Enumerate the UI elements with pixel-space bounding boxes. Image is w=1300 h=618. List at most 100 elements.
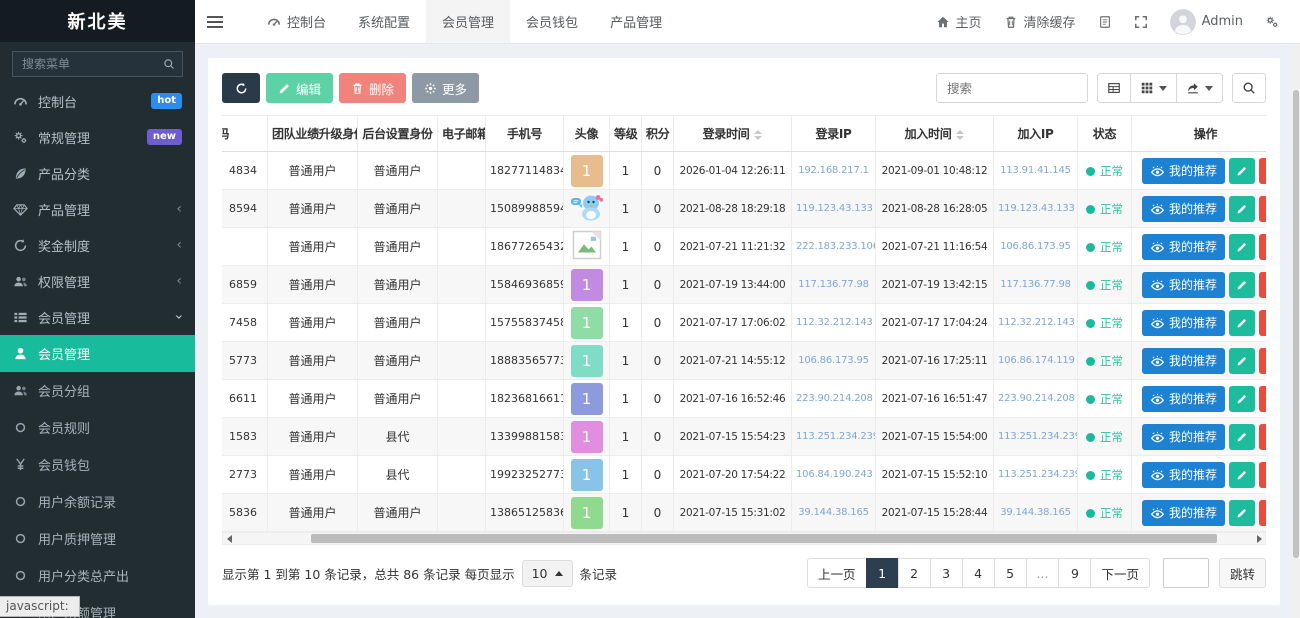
delete-row-button[interactable] — [1259, 234, 1266, 260]
edit-row-button[interactable] — [1229, 196, 1255, 222]
sidebar-item-product-category[interactable]: 产品分类 — [0, 155, 195, 191]
cell-email — [438, 266, 486, 304]
my-referrals-button[interactable]: 我的推荐 — [1142, 310, 1225, 336]
delete-row-button[interactable] — [1259, 386, 1266, 412]
horizontal-scrollbar[interactable] — [222, 532, 1266, 545]
sidebar-item-console[interactable]: 控制台hot — [0, 83, 195, 119]
my-referrals-button[interactable]: 我的推荐 — [1142, 462, 1225, 488]
edit-row-button[interactable] — [1229, 272, 1255, 298]
tab-product-management[interactable]: 产品管理 — [594, 0, 678, 43]
cell-login-time: 2021-08-28 18:29:18 — [674, 190, 792, 228]
sidebar-item-product-management[interactable]: 产品管理‹ — [0, 191, 195, 227]
delete-row-button[interactable] — [1259, 462, 1266, 488]
sidebar-subitem-member-management[interactable]: 会员管理 — [0, 335, 195, 372]
page-button-9[interactable]: 9 — [1058, 558, 1091, 588]
window-scrollbar-thumb[interactable] — [1293, 90, 1299, 558]
column-header-login-time[interactable]: 登录时间 — [674, 116, 792, 152]
my-referrals-button[interactable]: 我的推荐 — [1142, 500, 1225, 526]
columns-toggle-button[interactable] — [1131, 73, 1177, 103]
edit-row-button[interactable] — [1229, 158, 1255, 184]
jump-page-input[interactable] — [1163, 558, 1209, 588]
tab-member-management[interactable]: 会员管理 — [426, 0, 510, 43]
fullscreen-button[interactable] — [1123, 0, 1159, 43]
user-menu[interactable]: Admin — [1159, 0, 1254, 43]
cell-avatar: 1 — [564, 494, 610, 532]
refresh-button[interactable] — [222, 73, 260, 103]
jump-button[interactable]: 跳转 — [1219, 558, 1266, 588]
sidebar-subitem-user-category-output[interactable]: 用户分类总产出 — [0, 557, 195, 594]
status-label: 正常 — [1100, 164, 1123, 178]
sidebar-item-bonus-system[interactable]: 奖金制度‹ — [0, 227, 195, 263]
sidebar-toggle-icon[interactable] — [207, 0, 237, 43]
edit-row-button[interactable] — [1229, 500, 1255, 526]
delete-row-button[interactable] — [1259, 310, 1266, 336]
cell-team-role: 普通用户 — [268, 456, 358, 494]
scroll-right-arrow[interactable] — [1253, 533, 1265, 544]
cell-login-ip: 192.168.217.1 — [792, 152, 876, 190]
column-header-join-time[interactable]: 加入时间 — [876, 116, 994, 152]
page-size-dropdown[interactable]: 10 — [522, 560, 573, 587]
avatar: 1 — [571, 383, 603, 415]
delete-row-button[interactable] — [1259, 158, 1266, 184]
scrollbar-thumb[interactable] — [311, 534, 1217, 543]
my-referrals-button[interactable]: 我的推荐 — [1142, 348, 1225, 374]
top-navbar: 控制台系统配置会员管理会员钱包产品管理 主页 清除缓存 — [195, 0, 1300, 44]
next-page-button[interactable]: 下一页 — [1090, 558, 1150, 588]
tab-member-wallet[interactable]: 会员钱包 — [510, 0, 594, 43]
edit-row-button[interactable] — [1229, 462, 1255, 488]
delete-button[interactable]: 删除 — [339, 73, 406, 103]
my-referrals-button[interactable]: 我的推荐 — [1142, 158, 1225, 184]
sidebar-subitem-member-rules[interactable]: 会员规则 — [0, 409, 195, 446]
sidebar-item-general-management[interactable]: 常规管理new — [0, 119, 195, 155]
delete-row-button[interactable] — [1259, 500, 1266, 526]
page-button-4[interactable]: 4 — [962, 558, 995, 588]
tab-system-config[interactable]: 系统配置 — [342, 0, 426, 43]
table-search-input[interactable] — [936, 73, 1088, 103]
clear-cache-button[interactable]: 清除缓存 — [993, 0, 1087, 43]
my-referrals-button[interactable]: 我的推荐 — [1142, 196, 1225, 222]
edit-row-button[interactable] — [1229, 386, 1255, 412]
edit-row-button[interactable] — [1229, 310, 1255, 336]
sidebar-subitem-user-balance-records[interactable]: 用户余额记录 — [0, 483, 195, 520]
edit-button[interactable]: 编辑 — [266, 73, 333, 103]
search-toggle-button[interactable] — [1232, 73, 1266, 103]
my-referrals-button[interactable]: 我的推荐 — [1142, 272, 1225, 298]
tab-label: 控制台 — [287, 12, 326, 31]
home-button[interactable]: 主页 — [925, 0, 993, 43]
language-button[interactable] — [1087, 0, 1123, 43]
page-button-2[interactable]: 2 — [898, 558, 931, 588]
delete-row-button[interactable] — [1259, 424, 1266, 450]
tab-console[interactable]: 控制台 — [251, 0, 342, 43]
window-scrollbar[interactable] — [1292, 44, 1300, 618]
page-button-1[interactable]: 1 — [866, 558, 899, 588]
cell-actions: 我的推荐 — [1132, 494, 1267, 532]
sidebar-item-member-management[interactable]: 会员管理‹ — [0, 299, 195, 335]
delete-row-button[interactable] — [1259, 196, 1266, 222]
chevron-left-icon: ‹ — [176, 202, 182, 216]
page-button-3[interactable]: 3 — [930, 558, 963, 588]
my-referrals-button[interactable]: 我的推荐 — [1142, 234, 1225, 260]
scroll-left-arrow[interactable] — [223, 533, 235, 544]
scrollbar-track[interactable] — [235, 533, 1253, 544]
prev-page-button[interactable]: 上一页 — [807, 558, 867, 588]
my-referrals-button[interactable]: 我的推荐 — [1142, 386, 1225, 412]
edit-row-button[interactable] — [1229, 348, 1255, 374]
sidebar-search-input[interactable] — [12, 51, 183, 77]
more-button[interactable]: 更多 — [412, 73, 479, 103]
sidebar-subitem-member-group[interactable]: 会员分组 — [0, 372, 195, 409]
sidebar-subitem-member-wallet[interactable]: 会员钱包 — [0, 446, 195, 483]
export-button[interactable] — [1177, 73, 1223, 103]
delete-row-button[interactable] — [1259, 348, 1266, 374]
avatar-label: 1 — [582, 466, 592, 484]
settings-button[interactable] — [1254, 0, 1290, 43]
cell-phone: 18677265432 — [486, 228, 564, 266]
edit-row-button[interactable] — [1229, 234, 1255, 260]
sidebar-item-permission-management[interactable]: 权限管理‹ — [0, 263, 195, 299]
edit-row-button[interactable] — [1229, 424, 1255, 450]
sidebar-subitem-user-pledge-management[interactable]: 用户质押管理 — [0, 520, 195, 557]
my-referrals-button[interactable]: 我的推荐 — [1142, 424, 1225, 450]
cell-join-ip: 113.91.41.145 — [994, 152, 1078, 190]
pagination-toggle-button[interactable] — [1097, 73, 1131, 103]
page-button-5[interactable]: 5 — [994, 558, 1027, 588]
delete-row-button[interactable] — [1259, 272, 1266, 298]
